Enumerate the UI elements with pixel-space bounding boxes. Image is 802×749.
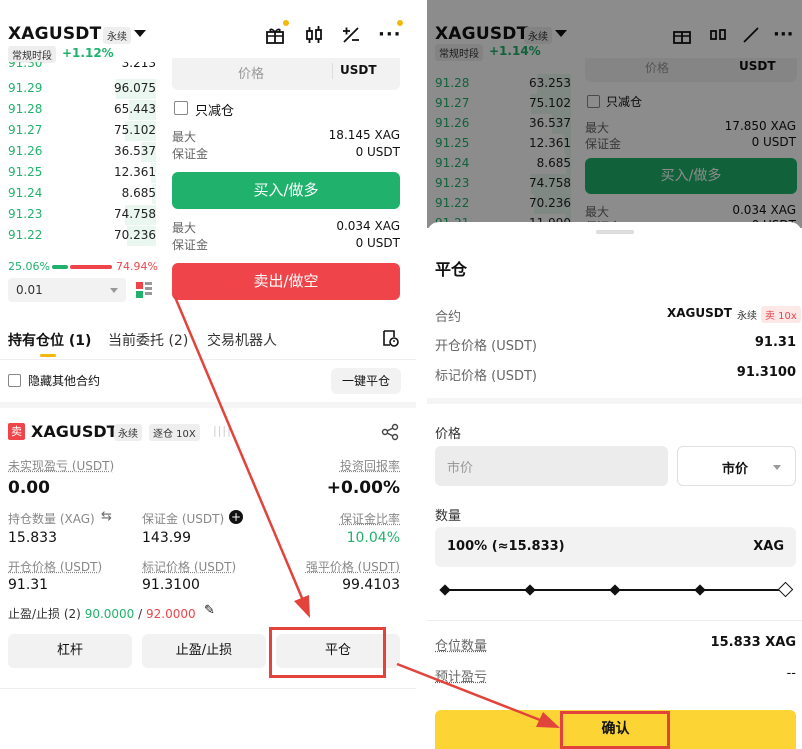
arrow-head-close xyxy=(294,595,310,618)
arrow-head-confirm xyxy=(536,712,560,728)
arrow-to-confirm-button xyxy=(396,662,541,722)
arrow-to-close-button xyxy=(173,296,304,599)
annotation-arrows xyxy=(173,296,560,728)
screenshot-root: XAGUSDT 永续 常规时段 +1.12% ··· 91.30 3.213 9… xyxy=(0,0,802,749)
